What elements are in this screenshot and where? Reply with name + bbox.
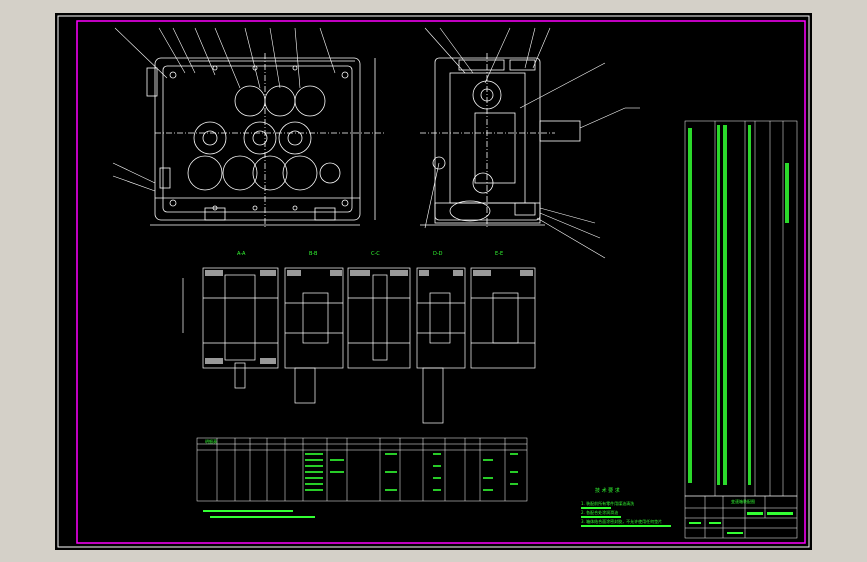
outer-border — [57, 15, 810, 548]
section-hatch — [205, 270, 533, 364]
table-footnote-lines — [203, 510, 315, 518]
parts-list — [684, 120, 798, 497]
section-label-d: D-D — [433, 251, 443, 257]
note-1: 1. 装配前所有零件用煤油清洗 — [581, 501, 635, 506]
section-label-e: E-E — [495, 251, 504, 257]
cad-viewport[interactable]: A-A B-B C-C D-D E-E 技 术 要 求 1. 装配前所有零件用煤… — [0, 0, 867, 562]
front-view — [146, 53, 385, 228]
section-views — [182, 267, 536, 424]
notes-title: 技 术 要 求 — [595, 488, 620, 494]
section-label-b: B-B — [309, 251, 318, 257]
bottom-table — [196, 437, 528, 502]
side-view — [420, 53, 581, 228]
drawing-frame — [76, 20, 806, 544]
parts-list-text — [688, 125, 789, 485]
drawing-canvas[interactable]: A-A B-B C-C D-D E-E 技 术 要 求 1. 装配前所有零件用煤… — [55, 13, 812, 550]
title-block-text — [689, 512, 793, 534]
note-2: 2. 各配合处涂润滑油 — [581, 510, 619, 515]
note-3: 3. 箱体结合面涂密封胶，不允许使用任何垫片 — [581, 519, 663, 524]
bottom-table-fills — [305, 453, 518, 491]
parts-table-title: 明细表 — [205, 439, 217, 444]
side-leaders — [424, 27, 640, 259]
section-label-c: C-C — [371, 251, 380, 257]
title-block-name: 变速箱装配图 — [731, 499, 755, 504]
section-label-a: A-A — [237, 251, 246, 257]
drawing-svg — [57, 15, 810, 548]
